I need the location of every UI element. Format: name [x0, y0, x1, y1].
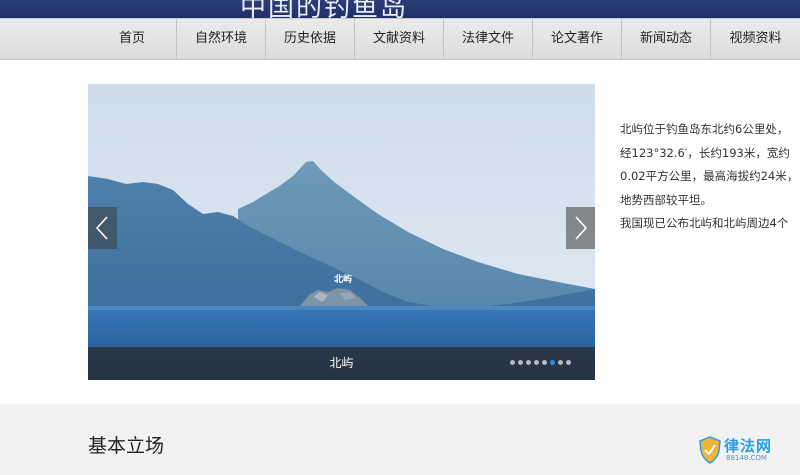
chevron-right-icon — [575, 216, 588, 240]
watermark-subtext: 88148.COM — [726, 454, 767, 462]
slider-dot[interactable] — [518, 360, 523, 365]
slider-dot-active[interactable] — [550, 360, 555, 365]
slider-dot[interactable] — [566, 360, 571, 365]
description-line: 我国现已公布北屿和北屿周边4个 — [620, 216, 789, 230]
section-title: 基本立场 — [88, 435, 165, 457]
slider-dot[interactable] — [542, 360, 547, 365]
slider-dot[interactable] — [510, 360, 515, 365]
main-nav: 首页 自然环境 历史依据 文献资料 法律文件 论文著作 新闻动态 视频资料 — [0, 18, 800, 60]
slider-pagination — [510, 360, 571, 365]
nav-item-documents[interactable]: 文献资料 — [355, 19, 444, 59]
description-line: 地势西部较平坦。 — [620, 192, 712, 207]
site-banner: 中国的钓鱼岛 — [0, 0, 800, 18]
description-line: 0.02平方公里，最高海拔约24米， — [620, 169, 799, 183]
photo-label: 北屿 — [333, 275, 352, 285]
description-line: 经123°32.6′，长约193米，宽约 — [620, 145, 790, 160]
watermark-logo: 律法网 88148.COM — [698, 434, 790, 466]
slider-caption-bar: 北屿 — [88, 347, 595, 380]
nav-items: 首页 自然环境 历史依据 文献资料 法律文件 论文著作 新闻动态 视频资料 — [88, 19, 800, 59]
nav-item-natural-environment[interactable]: 自然环境 — [177, 19, 266, 59]
chevron-left-icon — [95, 216, 108, 240]
nav-item-historical-basis[interactable]: 历史依据 — [266, 19, 355, 59]
basic-position-section: 基本立场 律法网 88148.COM — [0, 404, 800, 475]
island-description: 北屿位于钓鱼岛东北约6公里处， 经123°32.6′，长约193米，宽约 0.0… — [620, 118, 800, 236]
slider-next-button[interactable] — [566, 207, 595, 249]
slider-dot[interactable] — [526, 360, 531, 365]
nav-item-legal-documents[interactable]: 法律文件 — [444, 19, 533, 59]
slider-dot[interactable] — [534, 360, 539, 365]
island-photo — [88, 84, 595, 380]
image-slider: 北屿 北屿 — [88, 84, 595, 380]
slider-dot[interactable] — [558, 360, 563, 365]
nav-item-news[interactable]: 新闻动态 — [622, 19, 711, 59]
slider-prev-button[interactable] — [88, 207, 117, 249]
site-title: 中国的钓鱼岛 — [240, 0, 409, 18]
description-line: 北屿位于钓鱼岛东北约6公里处， — [620, 122, 789, 136]
shield-icon — [699, 436, 721, 464]
watermark-text: 律法网 — [724, 437, 773, 455]
nav-item-papers[interactable]: 论文著作 — [533, 19, 622, 59]
nav-item-home[interactable]: 首页 — [88, 19, 177, 59]
nav-item-videos[interactable]: 视频资料 — [711, 19, 800, 59]
